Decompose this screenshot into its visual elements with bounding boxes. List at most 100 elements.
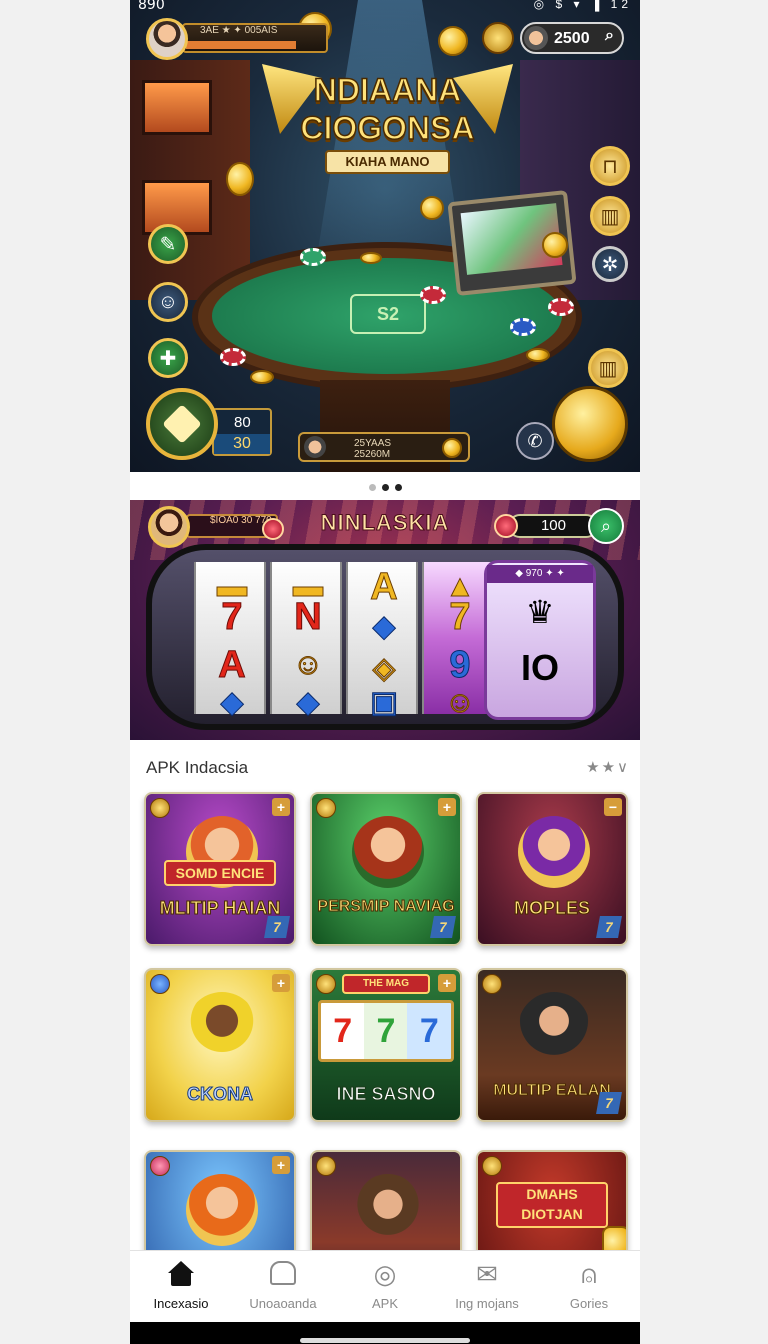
flashlight-button[interactable]: ✎ [148,224,188,264]
reel-symbol: 7 [221,596,243,639]
player-profile-hud[interactable]: 3AE ★ ✦ 005AIS [146,18,328,60]
bonus-symbol-text: IO [520,647,559,688]
add-icon[interactable]: + [272,798,290,816]
avatar [304,436,326,458]
avatar[interactable] [146,18,188,60]
bonus-panel[interactable]: ◆ 970 ✦ ✦ ♛ IO [484,560,596,720]
stat-top-value: 80 [234,414,251,431]
gift-button[interactable]: ▥ [590,196,630,236]
nav-item-profile[interactable]: ⍝ Gories [538,1251,640,1323]
add-icon[interactable]: + [272,1156,290,1174]
shield-badge-button[interactable] [552,386,628,462]
close-icon[interactable] [150,1156,170,1176]
mini-reels: 777 [318,1000,454,1062]
xp-bar-fill [186,41,296,49]
slot-reels-frame: ▬ 7 A ◆ ▬ N ☺ ◆ A ◆ ◈ ▣ ▲ 7 9 ☺ ◆ 970 ✦ … [146,544,624,730]
title-ribbon: KIAHA MANO [325,150,450,174]
game-character-art [186,992,258,1064]
game-tile[interactable]: THE MAG 777 + INE SASNO [310,968,462,1122]
game-character-art [186,1174,258,1246]
nav-item-messages[interactable]: ✉ Ing mojans [436,1251,538,1323]
home-indicator[interactable] [300,1338,470,1343]
bottom-navigation: Incexasio Unoaoanda ◎ APK ✉ Ing mojans ⍝… [130,1250,640,1322]
player-info-line-1: 25YAAS [354,438,392,449]
coin-icon [438,26,468,56]
add-icon[interactable]: + [438,974,456,992]
add-icon[interactable]: + [438,798,456,816]
carousel-indicator[interactable] [130,478,640,491]
phone-icon[interactable]: ✆ [516,422,554,460]
reel-1: ▬ 7 A ◆ [194,562,266,720]
status-bar: 890 ◎ $ ▾ ▐ 12 [130,0,640,14]
reel-symbol: ◆ [296,686,320,720]
nav-item-browse[interactable]: Unoaoanda [232,1251,334,1323]
profile-icon: ⍝ [581,1259,597,1289]
hero-banner[interactable]: S2 NDIAANA CIOGONSA KIAHA MANO 3AE ★ ✦ 0… [130,0,640,472]
player-info-line-2: 25260M [354,449,391,460]
app-screen: 890 ◎ $ ▾ ▐ 12 S2 NDIAANA CIOGONSA KIAHA… [130,0,640,1344]
nav-item-label: Ing mojans [455,1296,519,1311]
xp-bar: 3AE ★ ✦ 005AIS [182,23,328,53]
balance-pill[interactable]: 2500 ⌕ [520,22,624,54]
carousel-dot[interactable] [368,484,376,491]
character-button[interactable]: ☺ [148,282,188,322]
reel-symbol: ▣ [369,686,399,720]
calendar-button[interactable]: ▥ [588,348,628,388]
slot-banner[interactable]: $IOA0 30 770 NINLASKIA 100 ⌕ ▬ 7 A ◆ ▬ N… [130,500,640,740]
coin-icon [542,232,568,258]
search-icon[interactable]: ⌕ [588,508,624,544]
coin-icon [150,798,170,818]
slot-balance-hud[interactable]: 100 ⌕ [494,508,624,544]
section-sort-control[interactable]: ★★∨ [586,758,630,776]
bonus-panel-header: ◆ 970 ✦ ✦ [487,565,593,583]
map-button[interactable] [146,388,218,460]
coin-icon [316,1156,336,1176]
balance-hud[interactable]: 2500 ⌕ [482,20,632,56]
rank-badge: 7 [264,916,290,938]
game-title-emblem: NDIAANA CIOGONSA KIAHA MANO [262,54,513,179]
table-logo: S2 [350,294,426,334]
home-outline-icon [270,1261,296,1285]
player-info-bar[interactable]: 25YAAS 25260M [298,432,470,462]
rank-badge: 7 [596,1092,622,1114]
home-icon [168,1261,194,1286]
search-icon[interactable]: ⌕ [605,27,614,45]
game-tile[interactable]: − MOPLES 7 [476,792,628,946]
rank-badge: 7 [430,916,456,938]
carousel-dot-active[interactable] [381,484,389,491]
game-tile[interactable]: + PERSMIP NAVIAG 7 [310,792,462,946]
game-tile-title: PERSMIP NAVIAG [317,898,455,916]
avatar[interactable] [148,506,190,548]
stats-box: 80 30 [212,408,272,456]
nav-item-label: Gories [569,1296,609,1311]
settings-gear-icon[interactable]: ✲ [592,246,628,282]
add-button[interactable]: ✚ [148,338,188,378]
chip-icon [220,348,246,366]
game-tile-subtitle: DMAHS DIOTJAN [496,1182,608,1228]
chip-icon [548,298,574,316]
status-time: 890 [138,0,165,13]
game-tile[interactable]: + CKONA [144,968,296,1122]
section-header: APK Indacsia ★★∨ [146,758,630,780]
game-tile[interactable]: MULTIP EALAN 7 [476,968,628,1122]
chip-icon [300,248,326,266]
lock-button[interactable]: ⊓ [590,146,630,186]
slot-profile-hud[interactable]: $IOA0 30 770 [148,506,284,548]
nav-item-apk[interactable]: ◎ APK [334,1251,436,1323]
stats-hud[interactable]: 80 30 [146,388,272,460]
remove-icon[interactable]: − [604,798,622,816]
nav-item-label: APK [371,1296,398,1311]
coin-icon [360,252,382,264]
carousel-dot[interactable] [394,484,402,491]
reel-symbol: 7 [376,1011,396,1050]
trophy-icon[interactable] [482,22,514,54]
game-tile-subtitle: THE MAG [342,974,430,994]
avatar [524,26,548,50]
nav-item-home[interactable]: Incexasio [130,1251,232,1323]
close-icon[interactable] [150,974,170,994]
section-title: APK Indacsia [146,758,249,777]
game-tile[interactable]: + SOMD ENCIE MLITIP HAIAN 7 [144,792,296,946]
coin-icon [316,798,336,818]
reel-symbol: 7 [333,1011,353,1050]
add-icon[interactable]: + [272,974,290,992]
